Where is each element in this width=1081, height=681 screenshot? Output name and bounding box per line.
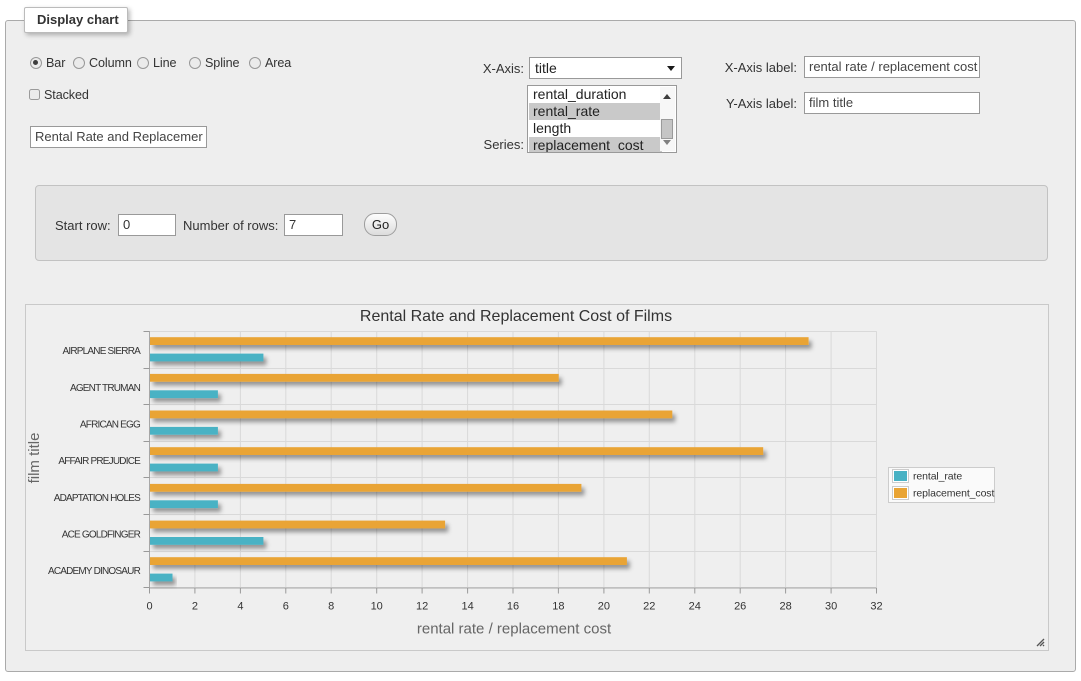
svg-text:4: 4: [237, 601, 243, 613]
svg-text:8: 8: [328, 601, 334, 613]
svg-text:ACADEMY DINOSAUR: ACADEMY DINOSAUR: [48, 566, 141, 577]
svg-text:6: 6: [283, 601, 289, 613]
svg-text:16: 16: [507, 601, 519, 613]
svg-text:AFRICAN EGG: AFRICAN EGG: [80, 420, 141, 431]
svg-text:32: 32: [870, 601, 882, 613]
svg-text:0: 0: [146, 601, 152, 613]
svg-text:rental_rate: rental_rate: [913, 471, 962, 483]
svg-text:ACE GOLDFINGER: ACE GOLDFINGER: [62, 530, 141, 541]
svg-text:12: 12: [416, 601, 428, 613]
svg-text:10: 10: [371, 601, 383, 613]
svg-text:20: 20: [598, 601, 610, 613]
svg-text:film title: film title: [26, 433, 43, 484]
svg-text:14: 14: [461, 601, 473, 613]
svg-text:Rental Rate and Replacement Co: Rental Rate and Replacement Cost of Film…: [360, 308, 672, 325]
svg-text:26: 26: [734, 601, 746, 613]
svg-text:replacement_cost: replacement_cost: [913, 488, 994, 500]
svg-text:24: 24: [689, 601, 701, 613]
svg-text:2: 2: [192, 601, 198, 613]
svg-text:28: 28: [779, 601, 791, 613]
svg-text:rental rate / replacement cost: rental rate / replacement cost: [417, 621, 612, 638]
svg-text:AFFAIR PREJUDICE: AFFAIR PREJUDICE: [58, 456, 141, 467]
svg-text:22: 22: [643, 601, 655, 613]
svg-text:AGENT TRUMAN: AGENT TRUMAN: [70, 383, 141, 394]
svg-text:18: 18: [552, 601, 564, 613]
svg-text:30: 30: [825, 601, 837, 613]
svg-text:AIRPLANE SIERRA: AIRPLANE SIERRA: [63, 346, 142, 357]
svg-text:ADAPTATION HOLES: ADAPTATION HOLES: [54, 493, 141, 504]
